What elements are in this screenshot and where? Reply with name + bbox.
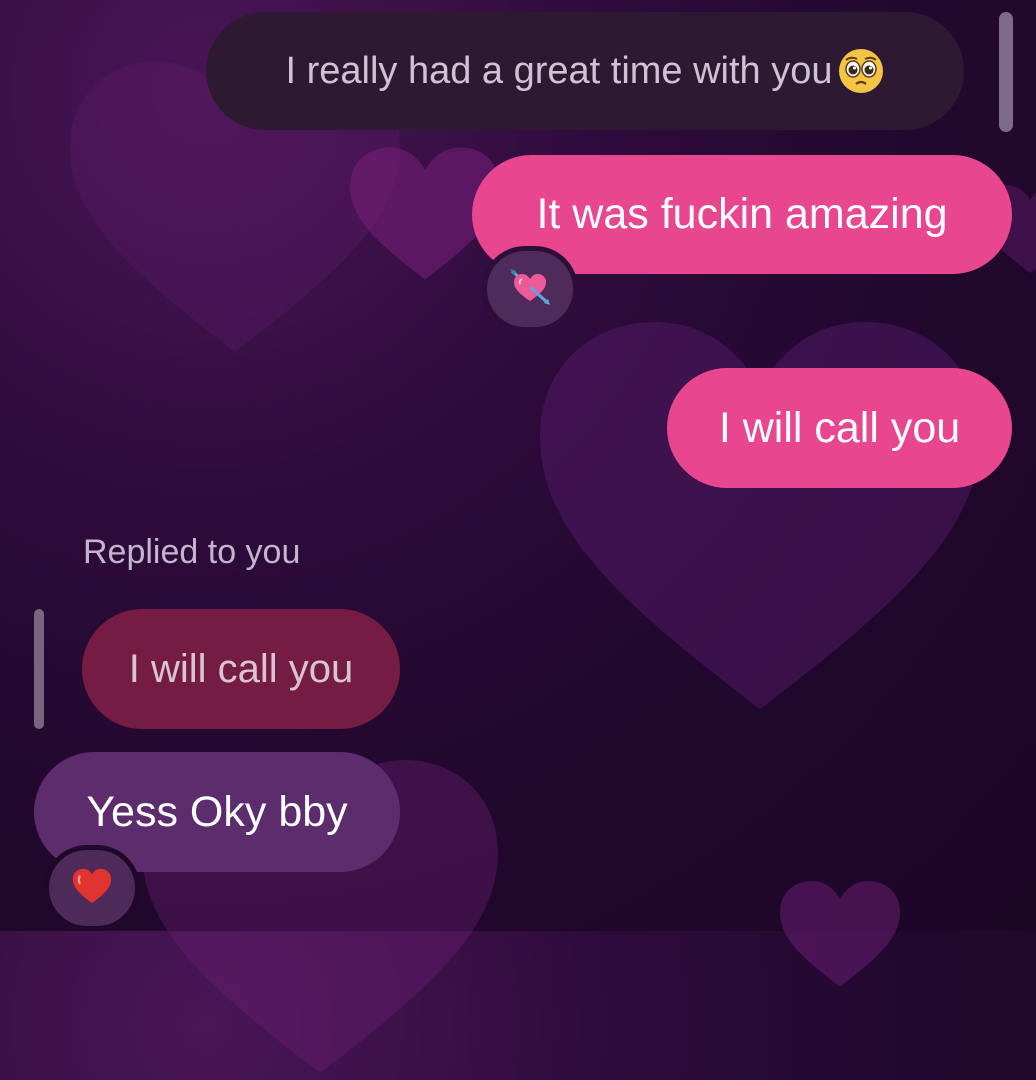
reaction-badge[interactable] [44, 845, 140, 931]
background-heart [780, 880, 900, 990]
sent-message-text: I will call you [718, 403, 961, 452]
reaction-badge[interactable] [482, 246, 578, 332]
quoted-message-bubble[interactable]: I really had a great time with you [206, 12, 964, 130]
heart-with-arrow-emoji-icon [508, 265, 552, 314]
reply-label: Replied to you [83, 533, 301, 571]
quoted-message-text: I really had a great time with you [285, 49, 833, 92]
red-heart-emoji-icon [71, 866, 113, 911]
pleading-face-emoji-icon [837, 47, 885, 95]
scroll-indicator [999, 12, 1013, 132]
sent-message-text: It was fuckin amazing [536, 190, 948, 238]
replied-message-text: I will call you [128, 646, 354, 691]
received-message-text: Yess Oky bby [86, 787, 348, 836]
replied-message-preview[interactable]: I will call you [82, 609, 400, 729]
sent-message-bubble[interactable]: I will call you [667, 368, 1012, 488]
reply-indicator-bar [34, 609, 44, 729]
